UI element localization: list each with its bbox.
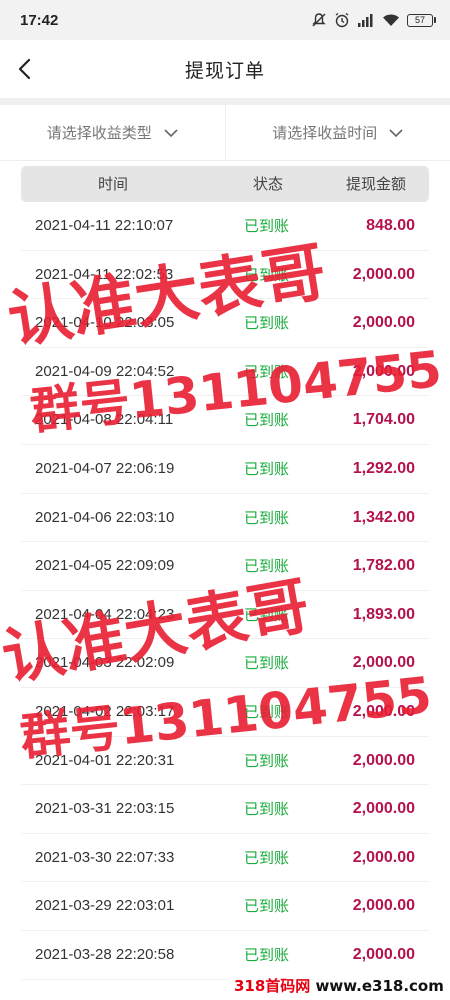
status-icons: 57 [311,12,436,28]
row-status: 已到账 [244,217,290,235]
row-status: 已到账 [244,362,290,381]
mute-icon [312,13,326,27]
row-time: 2021-04-10 22:03:05 [35,314,175,332]
withdrawal-list: 2021-04-11 22:10:07 已到账 848.00 2021-04-11 2… [21,202,429,980]
site-logo: 318首码网 www.e318.com [228,972,450,1000]
row-amount: 2,000.00 [352,702,415,720]
row-status: 已到账 [244,605,290,624]
row-amount: 2,000.00 [352,848,415,866]
table-row[interactable]: 2021-04-11 22:02:53 已到账 2,000.00 [21,251,429,300]
site-logo-name: 318首码网 [234,977,311,995]
row-amount: 2,000.00 [352,362,415,380]
row-status: 已到账 [244,800,290,819]
battery-level: 57 [407,13,433,27]
row-time: 2021-04-01 22:20:31 [35,751,175,769]
row-time: 2021-04-07 22:06:19 [35,459,175,477]
row-amount: 2,000.00 [352,314,415,332]
row-status: 已到账 [244,411,290,430]
filter-bar: 请选择收益类型 请选择收益时间 [0,105,450,161]
row-time: 2021-04-09 22:04:52 [35,362,175,380]
wifi-icon [383,14,399,26]
row-amount: 848.00 [366,217,415,234]
row-amount: 1,893.00 [352,605,415,623]
table-row[interactable]: 2021-03-31 22:03:15 已到账 2,000.00 [21,785,429,834]
chevron-down-icon [389,128,403,137]
row-time: 2021-03-28 22:20:58 [35,945,175,963]
screen: 17:42 57 提现订单 请选择收益类型 请选择收益时间 时间 状态 提现金额… [0,0,450,1000]
table-row[interactable]: 2021-04-10 22:03:05 已到账 2,000.00 [21,299,429,348]
table-row[interactable]: 2021-04-02 22:03:17 已到账 2,000.00 [21,688,429,737]
table-row[interactable]: 2021-04-09 22:04:52 已到账 2,000.00 [21,348,429,397]
nav-bar: 提现订单 [0,40,450,98]
table-row[interactable]: 2021-04-01 22:20:31 已到账 2,000.00 [21,737,429,786]
table-row[interactable]: 2021-04-05 22:09:09 已到账 1,782.00 [21,542,429,591]
income-type-label: 请选择收益类型 [46,124,152,142]
chevron-left-icon[interactable] [14,56,38,82]
row-time: 2021-03-29 22:03:01 [35,897,175,915]
battery-icon: 57 [407,13,436,27]
row-time: 2021-04-02 22:03:17 [35,702,175,720]
income-type-filter[interactable]: 请选择收益类型 [0,105,226,160]
row-amount: 2,000.00 [352,800,415,818]
row-time: 2021-03-30 22:07:33 [35,848,175,866]
row-status: 已到账 [244,557,290,576]
income-time-filter[interactable]: 请选择收益时间 [226,105,450,160]
row-amount: 1,704.00 [352,411,415,429]
table-row[interactable]: 2021-04-08 22:04:11 已到账 1,704.00 [21,396,429,445]
row-amount: 2,000.00 [352,654,415,672]
hd-signal-icon [358,14,373,27]
table-row[interactable]: 2021-04-11 22:10:07 已到账 848.00 [21,202,429,251]
table-row[interactable]: 2021-04-04 22:04:23 已到账 1,893.00 [21,591,429,640]
row-amount: 1,342.00 [352,508,415,526]
row-time: 2021-04-08 22:04:11 [35,411,174,429]
row-status: 已到账 [244,314,290,333]
table-row[interactable]: 2021-04-07 22:06:19 已到账 1,292.00 [21,445,429,494]
row-status: 已到账 [244,508,290,527]
row-status: 已到账 [244,751,290,770]
section-divider [0,98,450,105]
row-amount: 2,000.00 [352,751,415,769]
row-time: 2021-04-06 22:03:10 [35,508,175,526]
row-amount: 1,292.00 [352,459,415,477]
row-status: 已到账 [244,265,290,284]
table-row[interactable]: 2021-03-29 22:03:01 已到账 2,000.00 [21,882,429,931]
site-logo-url: www.e318.com [310,977,444,995]
header-status: 状态 [253,175,284,193]
income-time-label: 请选择收益时间 [272,124,378,142]
status-time: 17:42 [20,11,59,29]
chevron-down-icon [164,128,178,137]
row-time: 2021-04-05 22:09:09 [35,557,175,575]
row-time: 2021-04-04 22:04:23 [35,605,175,623]
table-row[interactable]: 2021-04-03 22:02:09 已到账 2,000.00 [21,639,429,688]
alarm-icon [335,12,349,28]
table-row[interactable]: 2021-03-30 22:07:33 已到账 2,000.00 [21,834,429,883]
row-amount: 2,000.00 [352,265,415,283]
table-header: 时间 状态 提现金额 [21,166,429,202]
row-status: 已到账 [244,459,290,478]
row-status: 已到账 [244,702,290,721]
header-amount: 提现金额 [346,175,407,193]
page-title: 提现订单 [184,59,265,82]
header-time: 时间 [98,175,129,193]
row-time: 2021-04-03 22:02:09 [35,654,175,672]
row-time: 2021-04-11 22:02:53 [35,265,174,283]
row-status: 已到账 [244,848,290,867]
row-time: 2021-04-11 22:10:07 [35,217,174,234]
row-status: 已到账 [244,897,290,916]
row-time: 2021-03-31 22:03:15 [35,800,175,818]
status-bar: 17:42 57 [0,0,450,40]
table-row[interactable]: 2021-04-06 22:03:10 已到账 1,342.00 [21,494,429,543]
row-amount: 2,000.00 [352,897,415,915]
row-status: 已到账 [244,654,290,673]
row-amount: 1,782.00 [352,557,415,575]
